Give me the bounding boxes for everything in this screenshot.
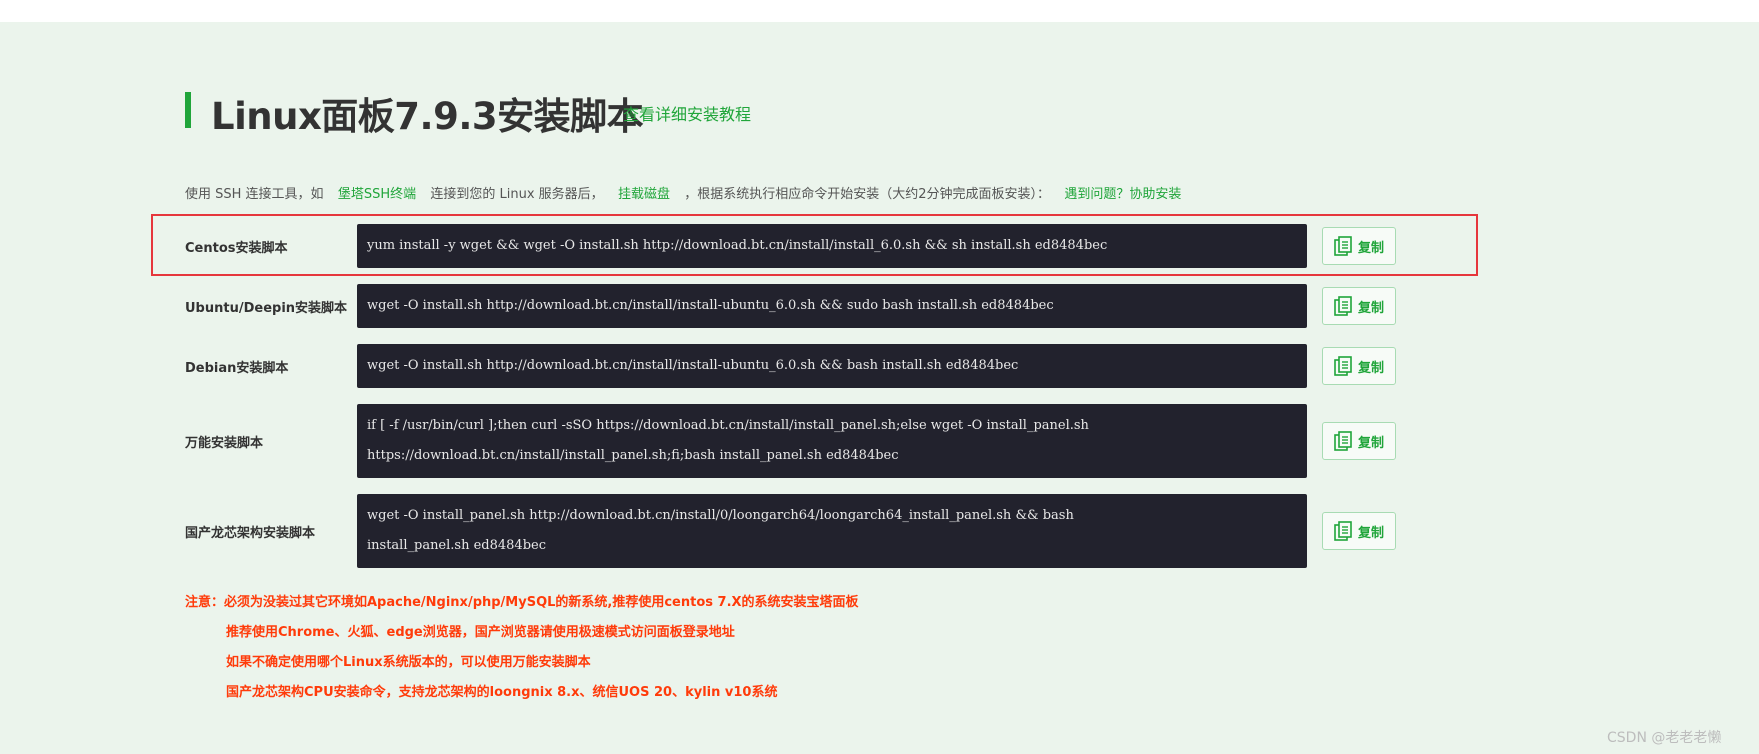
page-title: Linux面板7.9.3安装脚本 — [211, 95, 644, 138]
script-label-debian: Debian安装脚本 — [185, 361, 289, 376]
command-box-loongarch[interactable]: wget -O install_panel.sh http://download… — [357, 494, 1307, 568]
copy-icon — [1334, 431, 1352, 451]
copy-label: 复制 — [1357, 525, 1384, 541]
command-line: wget -O install_panel.sh http://download… — [367, 508, 1074, 523]
copy-button-debian[interactable]: 复制 — [1322, 347, 1396, 385]
command-line: if [ -f /usr/bin/curl ];then curl -sSO h… — [367, 418, 1089, 433]
copy-button-loongarch[interactable]: 复制 — [1322, 512, 1396, 550]
copy-label: 复制 — [1357, 360, 1384, 376]
command-line: wget -O install.sh http://download.bt.cn… — [367, 358, 1019, 373]
command-box-universal[interactable]: if [ -f /usr/bin/curl ];then curl -sSO h… — [357, 404, 1307, 478]
command-line: install_panel.sh ed8484bec — [367, 538, 546, 553]
universal-note: 如果不确定使用哪个Linux系统版本的，可以使用万能安装脚本 — [226, 655, 591, 670]
command-box-debian[interactable]: wget -O install.sh http://download.bt.cn… — [357, 344, 1307, 388]
csdn-watermark: CSDN @老老老懒 — [1607, 730, 1722, 746]
command-line: https://download.bt.cn/install/install_p… — [367, 448, 899, 463]
intro-part2: 连接到您的 Linux 服务器后， — [430, 187, 604, 202]
ssh-terminal-link[interactable]: 堡塔SSH终端 — [338, 187, 416, 202]
intro-part1: 使用 SSH 连接工具，如 — [185, 187, 324, 202]
warning-note: 注意：必须为没装过其它环境如Apache/Nginx/php/MySQL的新系统… — [185, 595, 859, 610]
copy-button-universal[interactable]: 复制 — [1322, 422, 1396, 460]
highlight-annotation — [151, 214, 1478, 276]
script-label-universal: 万能安装脚本 — [185, 436, 264, 451]
copy-icon — [1334, 356, 1352, 376]
browser-note: 推荐使用Chrome、火狐、edge浏览器，国产浏览器请使用极速模式访问面板登录… — [226, 625, 735, 640]
copy-label: 复制 — [1357, 300, 1384, 316]
intro-part3: ，根据系统执行相应命令开始安装（大约2分钟完成面板安装）： — [684, 187, 1051, 202]
script-label-ubuntu: Ubuntu/Deepin安装脚本 — [185, 301, 348, 316]
mount-disk-link[interactable]: 挂载磁盘 — [618, 187, 670, 202]
title-accent-bar — [185, 92, 191, 128]
intro-text: 使用 SSH 连接工具，如 堡塔SSH终端 连接到您的 Linux 服务器后， … — [185, 183, 1181, 202]
copy-button-ubuntu[interactable]: 复制 — [1322, 287, 1396, 325]
copy-icon — [1334, 521, 1352, 541]
help-install-link[interactable]: 遇到问题？协助安装 — [1064, 187, 1181, 202]
command-box-ubuntu[interactable]: wget -O install.sh http://download.bt.cn… — [357, 284, 1307, 328]
copy-icon — [1334, 296, 1352, 316]
command-line: wget -O install.sh http://download.bt.cn… — [367, 298, 1054, 313]
loongarch-note: 国产龙芯架构CPU安装命令，支持龙芯架构的loongnix 8.x、统信UOS … — [226, 685, 778, 700]
copy-label: 复制 — [1357, 435, 1384, 451]
script-label-loongarch: 国产龙芯架构安装脚本 — [185, 526, 316, 541]
tutorial-link[interactable]: 查看详细安装教程 — [623, 101, 751, 125]
